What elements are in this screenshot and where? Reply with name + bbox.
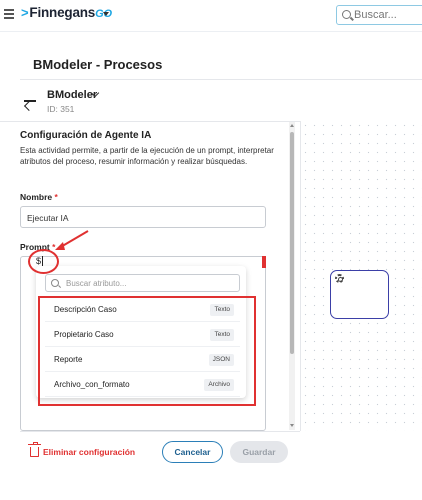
process-name[interactable]: BModeler xyxy=(47,89,97,101)
config-description: Esta actividad permite, a partir de la e… xyxy=(20,146,274,166)
footer-divider xyxy=(20,431,300,432)
gear-icon xyxy=(335,274,344,283)
back-arrow-icon[interactable] xyxy=(23,95,37,111)
app-switcher-caret-icon[interactable] xyxy=(103,12,109,16)
page-title: BModeler - Procesos xyxy=(33,57,163,72)
global-search-placeholder: Buscar... xyxy=(354,9,397,21)
cancel-button[interactable]: Cancelar xyxy=(162,441,223,463)
search-icon xyxy=(342,10,351,19)
attribute-search-input[interactable]: Buscar atributo... xyxy=(45,274,240,292)
name-field-label: Nombre * xyxy=(20,192,58,202)
field-error-marker xyxy=(262,256,266,268)
scroll-up-icon[interactable] xyxy=(290,124,294,127)
search-icon xyxy=(51,278,59,287)
hamburger-menu-icon[interactable] xyxy=(4,9,14,19)
save-button[interactable]: Guardar xyxy=(230,441,288,463)
logo-main-text: Finnegans xyxy=(29,5,96,20)
app-logo[interactable]: >FinnegansGO xyxy=(21,5,112,20)
global-search-input[interactable]: Buscar... xyxy=(336,5,422,25)
annotation-circle xyxy=(28,249,59,274)
annotation-highlight-box xyxy=(38,296,256,406)
name-label-text: Nombre xyxy=(20,192,53,202)
logo-chevron-icon: > xyxy=(21,5,29,20)
scrollbar-thumb[interactable] xyxy=(290,132,294,354)
top-bar: >FinnegansGO Buscar... xyxy=(0,0,422,32)
bpmn-task-node[interactable] xyxy=(330,270,389,319)
title-divider xyxy=(20,79,422,80)
panel-divider xyxy=(0,121,300,122)
name-field[interactable]: Ejecutar IA xyxy=(20,206,266,228)
config-section-title: Configuración de Agente IA xyxy=(20,130,152,141)
scroll-down-icon[interactable] xyxy=(290,424,294,427)
required-asterisk: * xyxy=(54,192,58,202)
delete-config-button[interactable]: Eliminar configuración xyxy=(43,447,135,457)
attribute-search-placeholder: Buscar atributo... xyxy=(66,279,127,288)
process-id: ID: 351 xyxy=(47,104,75,114)
trash-icon[interactable] xyxy=(28,442,41,457)
